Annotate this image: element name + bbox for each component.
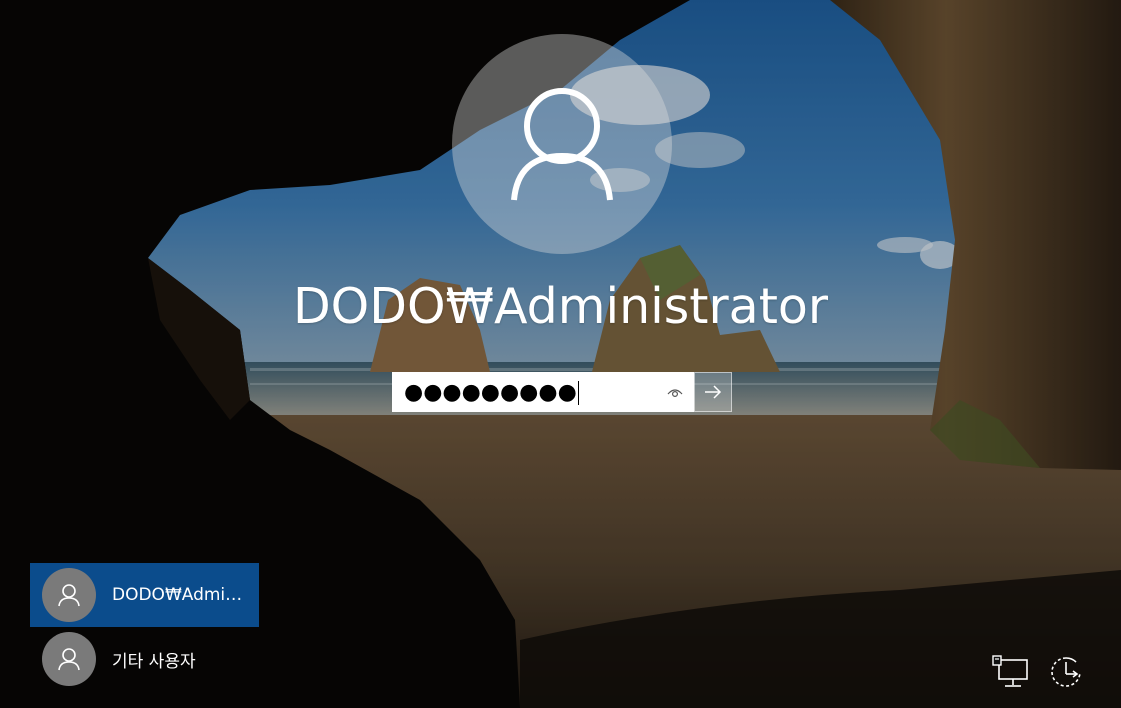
network-icon [992,655,1028,687]
tile-avatar [42,632,96,686]
password-box: ●●●●●●●●● [392,372,732,412]
lock-screen: DODO₩Administrator ●●●●●●●●● DODO₩Admini… [0,0,1121,708]
user-tile-label: 기타 사용자 [112,651,196,672]
user-icon [58,584,80,607]
user-tile-other-user[interactable]: 기타 사용자 [30,627,259,691]
user-avatar [452,34,672,254]
ease-of-access-button[interactable] [1046,652,1086,692]
user-list: DODO₩Admini... 기타 사용자 [30,563,259,691]
user-icon [511,88,613,201]
network-button[interactable] [990,652,1030,692]
user-tile-label: DODO₩Admini... [112,585,252,605]
eye-icon[interactable] [666,384,684,402]
ease-of-access-icon [1051,657,1081,687]
arrow-right-icon [705,385,722,399]
tile-avatar [42,568,96,622]
user-icon [58,648,80,671]
submit-button[interactable] [694,372,732,412]
password-field[interactable]: ●●●●●●●●● [392,372,694,412]
user-tile-administrator[interactable]: DODO₩Admini... [30,563,259,627]
password-value: ●●●●●●●●● [404,380,579,405]
user-name: DODO₩Administrator [292,278,829,335]
